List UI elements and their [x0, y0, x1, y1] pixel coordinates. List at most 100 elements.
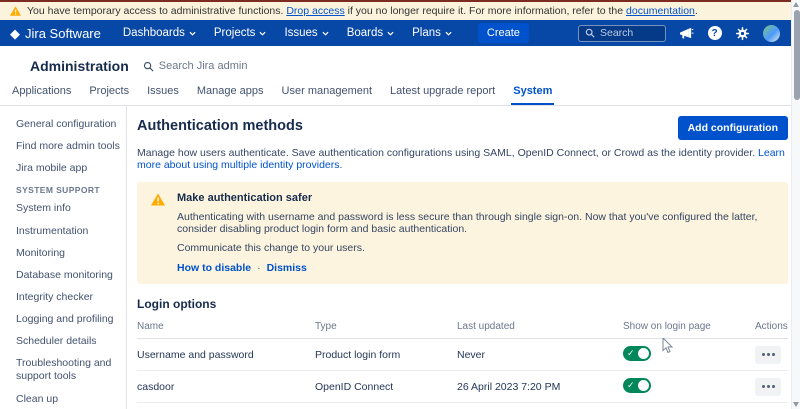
- row-last-updated: 26 April 2023 7:20 PM: [457, 381, 623, 393]
- search-icon: [143, 61, 154, 72]
- row-actions-button[interactable]: [755, 346, 781, 364]
- admin-header: Administration Search Jira admin: [0, 46, 800, 82]
- link-separator: ·: [257, 262, 261, 274]
- question-mark-glyph: ?: [708, 26, 722, 40]
- table-row: casdoor OpenID Connect 26 April 2023 7:2…: [137, 371, 788, 403]
- user-avatar[interactable]: [763, 25, 780, 42]
- row-type: OpenID Connect: [315, 381, 457, 393]
- temporary-access-banner: You have temporary access to administrat…: [0, 2, 800, 20]
- main-header: Authentication methods Add configuration: [137, 116, 788, 140]
- col-header-last-updated: Last updated: [457, 315, 623, 338]
- jira-admin-page: You have temporary access to administrat…: [0, 0, 800, 409]
- tab-issues[interactable]: Issues: [145, 82, 181, 105]
- row-name: Username and password: [137, 349, 315, 361]
- banner-text: You have temporary access to administrat…: [27, 5, 698, 17]
- sidebar-heading-system-support: SYSTEM SUPPORT: [16, 185, 120, 195]
- warning-title: Make authentication safer: [177, 192, 774, 204]
- sidebar-item-system-info[interactable]: System info: [16, 202, 120, 215]
- search-icon: [585, 28, 595, 38]
- top-navbar: ◆ Jira Software Dashboards Projects Issu…: [0, 20, 800, 46]
- sidebar-item-clean-up[interactable]: Clean up: [16, 393, 120, 406]
- add-configuration-button[interactable]: Add configuration: [678, 116, 788, 140]
- settings-gear-icon[interactable]: [735, 26, 750, 41]
- banner-text-end: .: [695, 5, 698, 17]
- nav-item-dashboards[interactable]: Dashboards: [123, 27, 196, 39]
- tab-manage-apps[interactable]: Manage apps: [195, 82, 266, 105]
- warning-line1: Authenticating with username and passwor…: [177, 211, 774, 235]
- intro-body: Manage how users authenticate. Save auth…: [137, 147, 755, 159]
- nav-label: Dashboards: [123, 27, 185, 39]
- chevron-down-icon: [322, 31, 329, 36]
- page-title: Administration: [30, 58, 129, 74]
- sidebar-item-general-configuration[interactable]: General configuration: [16, 118, 120, 131]
- warning-icon: [151, 193, 165, 206]
- scroll-up-arrow-icon[interactable]: [793, 2, 799, 7]
- create-button[interactable]: Create: [478, 23, 529, 43]
- global-search-input[interactable]: Search: [578, 25, 666, 42]
- col-header-actions: Actions: [755, 315, 788, 338]
- sidebar-item-find-more-admin-tools[interactable]: Find more admin tools: [16, 140, 120, 153]
- login-options-title: Login options: [137, 297, 788, 311]
- chevron-down-icon: [189, 31, 196, 36]
- make-auth-safer-panel: Make authentication safer Authenticating…: [137, 182, 788, 284]
- tab-latest-upgrade-report[interactable]: Latest upgrade report: [388, 82, 497, 105]
- chevron-down-icon: [259, 31, 266, 36]
- sidebar-item-troubleshooting[interactable]: Troubleshooting and support tools: [16, 357, 120, 383]
- sidebar-item-database-monitoring[interactable]: Database monitoring: [16, 269, 120, 282]
- row-actions-button[interactable]: [755, 378, 781, 396]
- tab-applications[interactable]: Applications: [10, 82, 73, 105]
- search-placeholder: Search: [600, 27, 633, 39]
- show-on-login-toggle[interactable]: [623, 346, 651, 361]
- tab-user-management[interactable]: User management: [280, 82, 375, 105]
- show-on-login-toggle[interactable]: [623, 378, 651, 393]
- nav-item-plans[interactable]: Plans: [412, 27, 452, 39]
- chevron-down-icon: [387, 31, 394, 36]
- nav-menu: Dashboards Projects Issues Boards Plans …: [123, 23, 529, 43]
- nav-item-projects[interactable]: Projects: [214, 27, 267, 39]
- sidebar-item-logging-and-profiling[interactable]: Logging and profiling: [16, 313, 120, 326]
- how-to-disable-link[interactable]: How to disable: [177, 262, 251, 274]
- intro-text: Manage how users authenticate. Save auth…: [137, 147, 788, 171]
- vertical-scrollbar[interactable]: [791, 0, 800, 409]
- scroll-down-arrow-icon[interactable]: [793, 402, 799, 407]
- col-header-show-on-login: Show on login page: [623, 315, 755, 338]
- content-body: General configuration Find more admin to…: [0, 106, 800, 409]
- tab-system[interactable]: System: [511, 82, 554, 105]
- sidebar-item-instrumentation[interactable]: Instrumentation: [16, 225, 120, 238]
- warning-icon: [10, 6, 21, 16]
- tab-projects[interactable]: Projects: [87, 82, 131, 105]
- admin-tabs: Applications Projects Issues Manage apps…: [0, 82, 800, 106]
- help-icon[interactable]: ?: [707, 26, 722, 41]
- nav-item-issues[interactable]: Issues: [284, 27, 328, 39]
- row-last-updated: Never: [457, 349, 623, 361]
- admin-search-placeholder: Search Jira admin: [159, 60, 248, 72]
- banner-text-mid: if you no longer require it. For more in…: [348, 5, 623, 17]
- login-options-table: Name Type Last updated Show on login pag…: [137, 315, 788, 403]
- section-title: Authentication methods: [137, 116, 303, 134]
- table-row: Username and password Product login form…: [137, 339, 788, 371]
- chevron-down-icon: [445, 31, 452, 36]
- nav-label: Projects: [214, 27, 256, 39]
- jira-brand[interactable]: ◆ Jira Software: [10, 26, 101, 41]
- scrollbar-thumb[interactable]: [794, 10, 800, 100]
- jira-logo-icon: ◆: [10, 27, 20, 40]
- nav-label: Boards: [347, 27, 383, 39]
- sidebar-item-jira-mobile-app[interactable]: Jira mobile app: [16, 162, 120, 175]
- dismiss-link[interactable]: Dismiss: [267, 262, 307, 274]
- documentation-link[interactable]: documentation: [626, 5, 695, 17]
- nav-label: Issues: [284, 27, 317, 39]
- sidebar-item-monitoring[interactable]: Monitoring: [16, 247, 120, 260]
- table-header-row: Name Type Last updated Show on login pag…: [137, 315, 788, 339]
- nav-item-boards[interactable]: Boards: [347, 27, 394, 39]
- sidebar-item-scheduler-details[interactable]: Scheduler details: [16, 335, 120, 348]
- warning-line2: Communicate this change to your users.: [177, 242, 774, 254]
- nav-label: Plans: [412, 27, 441, 39]
- drop-access-link[interactable]: Drop access: [286, 5, 344, 17]
- announcements-icon[interactable]: [679, 26, 694, 41]
- col-header-name: Name: [137, 315, 315, 338]
- row-type: Product login form: [315, 349, 457, 361]
- sidebar-item-integrity-checker[interactable]: Integrity checker: [16, 291, 120, 304]
- admin-search-input[interactable]: Search Jira admin: [143, 60, 248, 72]
- banner-text-start: You have temporary access to administrat…: [27, 5, 283, 17]
- row-name: casdoor: [137, 381, 315, 393]
